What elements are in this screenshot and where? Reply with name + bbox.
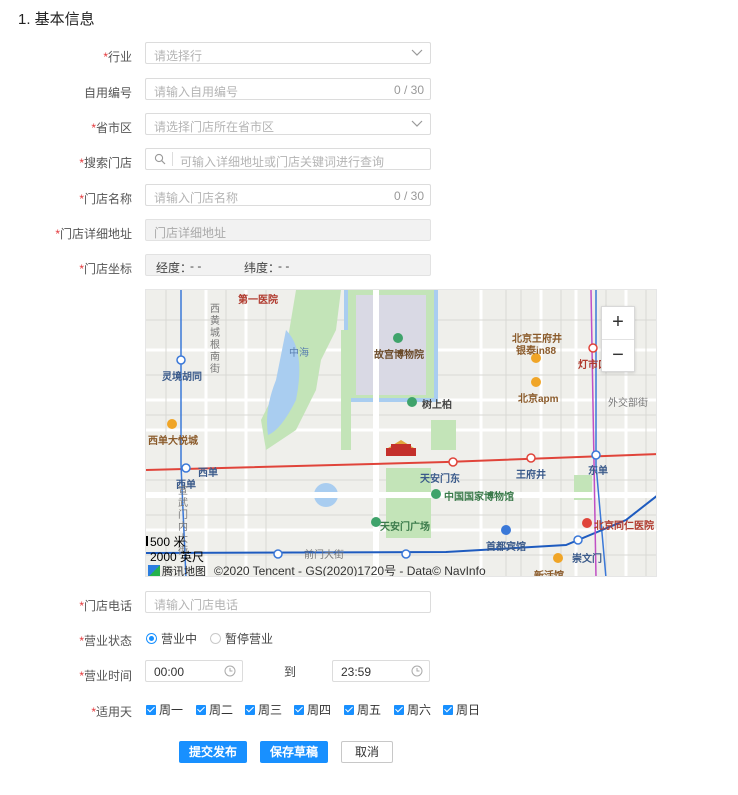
clock-icon	[224, 665, 236, 677]
scale-bar	[146, 536, 148, 546]
radio-unchecked-icon	[210, 633, 221, 644]
map-label: 东单	[588, 466, 608, 477]
search-store-placeholder: 可输入详细地址或门店关键词进行查询	[180, 155, 385, 169]
checkbox-checked-icon	[196, 704, 206, 715]
map-label: 银泰in88	[516, 346, 557, 357]
address-input: 门店详细地址	[145, 219, 431, 241]
store-name-counter: 0 / 30	[393, 189, 424, 203]
address-placeholder: 门店详细地址	[154, 226, 227, 240]
map-label: 外交部街	[608, 398, 648, 409]
checkbox-checked-icon	[294, 704, 304, 715]
zoom-out-button[interactable]: −	[602, 339, 634, 372]
day-checkbox[interactable]: 周一	[146, 701, 183, 718]
province-select[interactable]: 请选择门店所在省市区	[145, 113, 431, 135]
submit-button[interactable]: 提交发布	[179, 741, 247, 763]
coords-label: *门店坐标	[79, 262, 132, 276]
province-label: *省市区	[91, 121, 132, 135]
checkbox-checked-icon	[394, 704, 404, 715]
map-attribution: ©2020 Tencent - GS(2020)1720号 - Data© Na…	[214, 564, 486, 577]
store-name-placeholder: 请输入门店名称	[154, 191, 239, 205]
industry-label: *行业	[103, 50, 132, 64]
map-label: 中国国家博物馆	[444, 492, 514, 503]
custom-code-counter: 0 / 30	[393, 83, 424, 97]
map-label: 前门大街	[304, 550, 344, 561]
day-checkbox[interactable]: 周五	[344, 701, 381, 718]
chevron-down-icon	[411, 49, 423, 56]
map-canvas	[146, 290, 656, 576]
map-label: 西黄城根南街	[210, 304, 220, 375]
radio-checked-icon	[146, 633, 157, 644]
start-time-picker[interactable]: 00:00	[145, 660, 243, 682]
checkbox-checked-icon	[146, 704, 156, 715]
end-time-picker[interactable]: 23:59	[332, 660, 430, 682]
lat-value: - -	[278, 259, 290, 273]
checkbox-checked-icon	[344, 704, 354, 715]
clock-icon	[411, 665, 423, 677]
map-zoom-controls: + −	[601, 306, 635, 372]
industry-select[interactable]: 请选择行	[145, 42, 431, 64]
address-label: *门店详细地址	[55, 227, 132, 241]
store-name-input[interactable]: 请输入门店名称 0 / 30	[145, 184, 431, 206]
phone-input[interactable]: 请输入门店电话	[145, 591, 431, 613]
map-label: 北京同仁医院	[594, 521, 654, 532]
day-checkbox[interactable]: 周二	[196, 701, 233, 718]
custom-code-label: 自用编号	[83, 86, 132, 100]
map-label: 首都宾馆	[486, 542, 526, 553]
map-label: 故宫博物院	[374, 350, 424, 361]
map-logo: 腾讯地图	[148, 563, 206, 576]
status-label: *营业状态	[79, 634, 132, 648]
search-divider	[172, 152, 173, 166]
map-label: 西单大悦城	[148, 436, 198, 447]
custom-code-input[interactable]: 请输入自用编号 0 / 30	[145, 78, 431, 100]
map-label: 天安门东	[420, 474, 460, 485]
chevron-down-icon	[411, 120, 423, 127]
day-checkbox[interactable]: 周三	[245, 701, 282, 718]
day-checkbox[interactable]: 周日	[443, 701, 480, 718]
map-label: 树上柏	[422, 400, 452, 411]
end-time-value: 23:59	[341, 665, 372, 679]
store-name-label: *门店名称	[79, 192, 132, 206]
map-label: 灵境胡同	[162, 372, 202, 383]
phone-label: *门店电话	[79, 599, 132, 613]
section-title: 1. 基本信息	[18, 11, 95, 28]
start-time-value: 00:00	[154, 665, 185, 679]
status-paused-radio[interactable]: 暂停营业	[210, 630, 273, 647]
coords-display: 经度： - - 纬度： - -	[145, 254, 431, 276]
save-draft-button[interactable]: 保存草稿	[260, 741, 328, 763]
map-label: 崇文门	[572, 554, 602, 565]
lng-value: - -	[190, 259, 202, 273]
cancel-button[interactable]: 取消	[341, 741, 393, 763]
map-label: 中海	[289, 348, 309, 359]
search-store-input[interactable]: 可输入详细地址或门店关键词进行查询	[145, 148, 431, 170]
hours-separator: 到	[284, 665, 297, 679]
map-label: 王府井	[516, 470, 546, 481]
day-checkbox[interactable]: 周六	[394, 701, 431, 718]
search-icon	[154, 153, 166, 165]
phone-placeholder: 请输入门店电话	[154, 598, 239, 612]
lat-label: 纬度：	[244, 261, 281, 275]
custom-code-placeholder: 请输入自用编号	[154, 85, 239, 99]
map-label: 北京apm	[518, 394, 559, 405]
tencent-map-logo-icon	[148, 565, 160, 576]
zoom-in-button[interactable]: +	[602, 307, 634, 339]
status-open-radio[interactable]: 营业中	[146, 630, 197, 647]
checkbox-checked-icon	[245, 704, 255, 715]
checkbox-checked-icon	[443, 704, 453, 715]
industry-placeholder: 请选择行	[154, 49, 203, 63]
map-label: 西单	[198, 468, 218, 479]
days-label: *适用天	[91, 705, 132, 719]
lng-label: 经度：	[156, 261, 193, 275]
day-checkbox[interactable]: 周四	[294, 701, 331, 718]
store-location-map[interactable]: 第一医院 故宫博物院 中海 北京王府井 银泰in88 灯市口 灵境胡同 北京ap…	[145, 289, 657, 577]
hours-label: *营业时间	[79, 669, 132, 683]
map-label: 第一医院	[238, 295, 278, 306]
search-store-label: *搜索门店	[79, 156, 132, 170]
map-label: 新活馆	[534, 571, 564, 577]
map-label: 天安门广场	[380, 522, 430, 533]
province-placeholder: 请选择门店所在省市区	[154, 120, 275, 134]
